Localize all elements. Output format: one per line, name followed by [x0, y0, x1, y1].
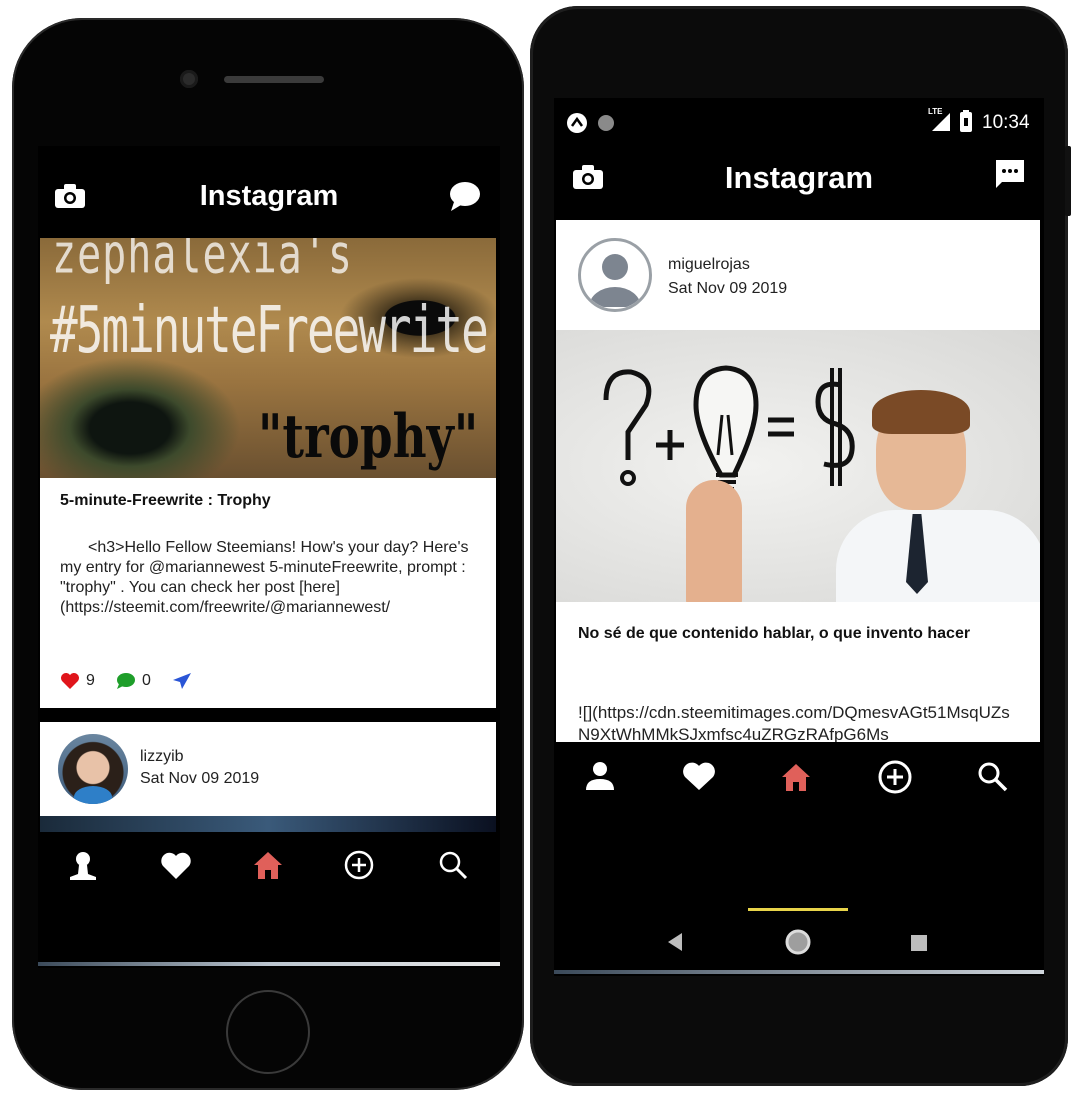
- android-device: LTE 10:34 Instagram miguelrojas Sat Nov …: [530, 6, 1071, 1086]
- default-avatar-icon: [589, 254, 641, 307]
- post-image[interactable]: [556, 330, 1040, 602]
- status-time: 10:34: [982, 112, 1030, 133]
- post-username[interactable]: lizzyib: [140, 748, 184, 766]
- bottom-nav: [554, 742, 1044, 832]
- back-triangle-icon[interactable]: [666, 932, 684, 952]
- battery-icon: [960, 110, 972, 132]
- search-icon[interactable]: [976, 760, 1008, 792]
- avatar[interactable]: [58, 734, 128, 804]
- add-icon[interactable]: [878, 760, 912, 794]
- nav-indicator: [748, 908, 848, 911]
- post-date: Sat Nov 09 2019: [668, 280, 788, 297]
- earpiece-speaker: [224, 76, 324, 83]
- top-app-bar: Instagram: [38, 146, 500, 238]
- home-icon[interactable]: [780, 762, 812, 792]
- idea-equation-drawing: [603, 365, 855, 491]
- image-caption-line1: zephalexia's: [52, 238, 353, 287]
- top-app-bar: Instagram: [554, 146, 1044, 220]
- bottom-nav: [38, 832, 500, 912]
- heart-icon[interactable]: [160, 852, 192, 880]
- app-title: Instagram: [724, 160, 874, 195]
- comment-bubble-icon[interactable]: [116, 672, 136, 690]
- post-username[interactable]: miguelrojas: [668, 256, 750, 274]
- like-count: 9: [86, 672, 95, 689]
- image-caption-trophy: "trophy": [258, 402, 479, 472]
- side-button: [1065, 146, 1071, 216]
- post-card-2: lizzyib Sat Nov 09 2019: [40, 722, 496, 832]
- iphone-screen: Instagram zephalexia's #5minuteFreewrite…: [38, 146, 500, 968]
- search-icon[interactable]: [438, 850, 468, 880]
- like-heart-icon[interactable]: [60, 672, 80, 690]
- profile-icon[interactable]: [68, 850, 98, 880]
- post-body: ![](https://cdn.steemitimages.com/DQmesv…: [578, 703, 1010, 742]
- avatar[interactable]: [578, 238, 652, 312]
- add-icon[interactable]: [344, 850, 374, 880]
- screenshot-stage: Instagram zephalexia's #5minuteFreewrite…: [0, 0, 1074, 1095]
- home-button[interactable]: [226, 990, 310, 1074]
- screen-edge: [554, 970, 1044, 974]
- man-figure: [836, 390, 1040, 602]
- post-card: zephalexia's #5minuteFreewrite "trophy" …: [40, 238, 496, 708]
- heart-icon[interactable]: [682, 762, 716, 792]
- profile-icon[interactable]: [584, 760, 616, 792]
- status-bar: LTE 10:34: [554, 98, 1044, 146]
- image-caption-line2: #5minuteFreewrite: [50, 292, 489, 368]
- hand-with-marker: [686, 480, 742, 602]
- notification-app-icon: [567, 113, 587, 133]
- comment-count: 0: [142, 672, 151, 689]
- post-image-preview: [40, 816, 496, 832]
- app-title: Instagram: [199, 180, 339, 212]
- android-screen: LTE 10:34 Instagram miguelrojas Sat Nov …: [554, 98, 1044, 976]
- home-circle-icon[interactable]: [784, 928, 812, 956]
- notification-dot-icon: [598, 115, 614, 131]
- screen-edge: [38, 962, 500, 966]
- post-date: Sat Nov 09 2019: [140, 770, 260, 787]
- chat-bubble-icon[interactable]: [448, 180, 482, 212]
- message-icon[interactable]: [994, 158, 1026, 190]
- post-title: 5-minute-Freewrite : Trophy: [60, 492, 271, 509]
- post-image[interactable]: zephalexia's #5minuteFreewrite "trophy": [40, 238, 496, 478]
- recents-square-icon[interactable]: [910, 934, 928, 952]
- post-card: miguelrojas Sat Nov 09 2019 No sé de que…: [556, 220, 1040, 742]
- home-icon[interactable]: [252, 850, 284, 880]
- front-camera: [180, 70, 198, 88]
- iphone-device: Instagram zephalexia's #5minuteFreewrite…: [12, 18, 524, 1090]
- network-type: LTE: [928, 107, 943, 116]
- post-actions: 9 0: [60, 670, 260, 692]
- post-body: <h3>Hello Fellow Steemians! How's your d…: [60, 539, 469, 616]
- post-title: No sé de que contenido hablar, o que inv…: [578, 625, 971, 642]
- share-send-icon[interactable]: [172, 672, 192, 690]
